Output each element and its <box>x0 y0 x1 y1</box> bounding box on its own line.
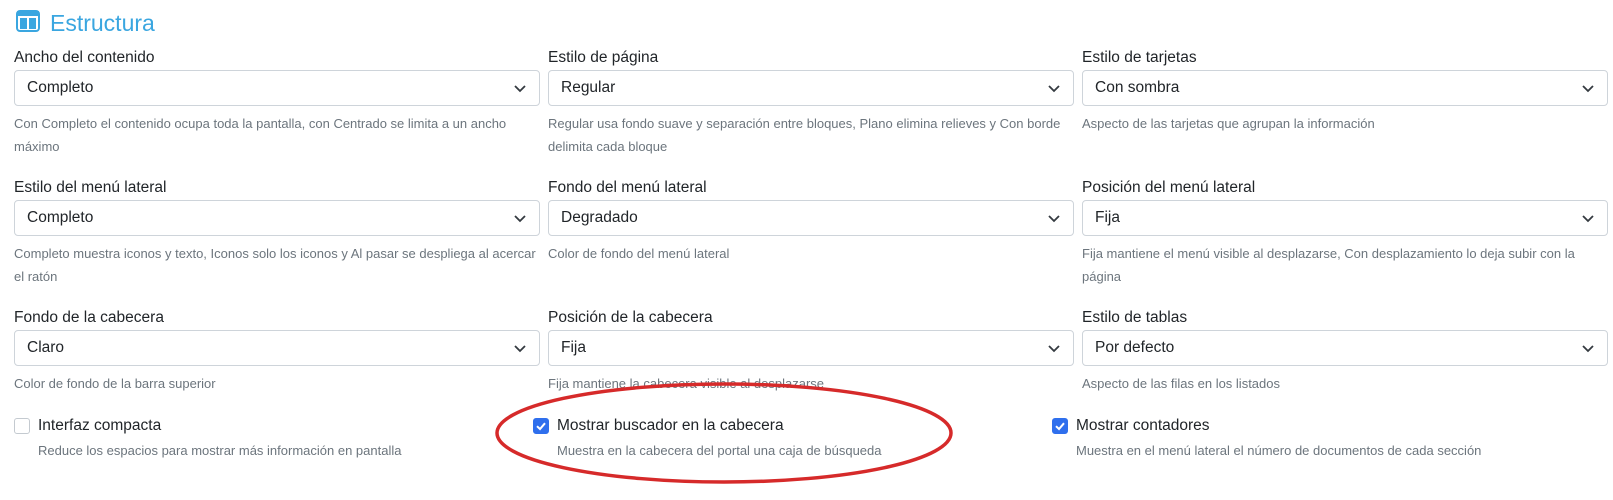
field-help: Con Completo el contenido ocupa toda la … <box>14 116 507 154</box>
select-value: Fija <box>561 339 586 356</box>
mostrar-contadores-option: Mostrar contadores Muestra en el menú la… <box>1052 415 1481 458</box>
mostrar-buscador-option: Mostrar buscador en la cabecera Muestra … <box>533 415 882 458</box>
section-title: Estructura <box>50 9 155 36</box>
posicion-cabecera-select[interactable]: Fija <box>548 330 1074 366</box>
field-help: Regular usa fondo suave y separación ent… <box>548 116 1061 154</box>
ancho-contenido-select[interactable]: Completo <box>14 70 540 106</box>
field-label: Posición del menú lateral <box>1082 179 1256 196</box>
chevron-down-icon <box>513 81 527 95</box>
chevron-down-icon <box>513 341 527 355</box>
field-estilo-pagina: Estilo de página Regular Regular usa fon… <box>548 47 1074 177</box>
field-estilo-tarjetas: Estilo de tarjetas Con sombra Aspecto de… <box>1082 47 1608 177</box>
select-value: Fija <box>1095 209 1120 226</box>
field-estilo-menu-lateral: Estilo del menú lateral Completo Complet… <box>14 177 540 307</box>
field-help: Aspecto de las tarjetas que agrupan la i… <box>1082 116 1375 131</box>
field-help: Completo muestra iconos y texto, Iconos … <box>14 246 536 284</box>
chevron-down-icon <box>1047 211 1061 225</box>
field-label: Estilo de página <box>548 49 659 66</box>
select-value: Claro <box>27 339 65 356</box>
select-value: Completo <box>27 209 94 226</box>
interfaz-compacta-option: Interfaz compacta Reduce los espacios pa… <box>14 415 401 458</box>
field-fondo-menu-lateral: Fondo del menú lateral Degradado Color d… <box>548 177 1074 307</box>
field-label: Fondo de la cabecera <box>14 309 164 326</box>
field-label: Ancho del contenido <box>14 49 155 66</box>
checkbox-label: Mostrar buscador en la cabecera <box>557 417 784 434</box>
chevron-down-icon <box>1047 81 1061 95</box>
select-value: Por defecto <box>1095 339 1175 356</box>
field-help: Fija mantiene el menú visible al desplaz… <box>1082 246 1575 284</box>
estilo-pagina-select[interactable]: Regular <box>548 70 1074 106</box>
settings-grid: Ancho del contenido Completo Con Complet… <box>14 47 1608 437</box>
field-help: Color de fondo del menú lateral <box>548 246 730 261</box>
field-help: Color de fondo de la barra superior <box>14 376 216 391</box>
field-help: Fija mantiene la cabecera visible al des… <box>548 376 825 391</box>
chevron-down-icon <box>1047 341 1061 355</box>
chevron-down-icon <box>1581 81 1595 95</box>
checkbox-help: Muestra en la cabecera del portal una ca… <box>557 443 882 458</box>
checkbox-label: Mostrar contadores <box>1076 417 1210 434</box>
field-label: Fondo del menú lateral <box>548 179 707 196</box>
mostrar-buscador-checkbox[interactable] <box>533 418 549 434</box>
fondo-menu-lateral-select[interactable]: Degradado <box>548 200 1074 236</box>
field-ancho-contenido: Ancho del contenido Completo Con Complet… <box>14 47 540 177</box>
section-header: Estructura <box>16 8 155 38</box>
layout-columns-icon <box>16 9 40 37</box>
field-label: Posición de la cabecera <box>548 309 713 326</box>
estilo-tarjetas-select[interactable]: Con sombra <box>1082 70 1608 106</box>
select-value: Degradado <box>561 209 638 226</box>
select-value: Regular <box>561 79 616 96</box>
field-label: Estilo de tablas <box>1082 309 1188 326</box>
chevron-down-icon <box>1581 211 1595 225</box>
fondo-cabecera-select[interactable]: Claro <box>14 330 540 366</box>
chevron-down-icon <box>513 211 527 225</box>
estilo-menu-lateral-select[interactable]: Completo <box>14 200 540 236</box>
select-value: Completo <box>27 79 94 96</box>
checkmark-icon <box>536 422 546 431</box>
field-posicion-menu-lateral: Posición del menú lateral Fija Fija mant… <box>1082 177 1608 307</box>
interfaz-compacta-checkbox[interactable] <box>14 418 30 434</box>
select-value: Con sombra <box>1095 79 1180 96</box>
field-label: Estilo de tarjetas <box>1082 49 1197 66</box>
checkmark-icon <box>1055 422 1065 431</box>
estilo-tablas-select[interactable]: Por defecto <box>1082 330 1608 366</box>
field-label: Estilo del menú lateral <box>14 179 167 196</box>
checkbox-help: Muestra en el menú lateral el número de … <box>1076 443 1482 458</box>
posicion-menu-lateral-select[interactable]: Fija <box>1082 200 1608 236</box>
mostrar-contadores-checkbox[interactable] <box>1052 418 1068 434</box>
checkbox-help: Reduce los espacios para mostrar más inf… <box>38 443 402 458</box>
checkbox-label: Interfaz compacta <box>38 417 162 434</box>
chevron-down-icon <box>1581 341 1595 355</box>
field-help: Aspecto de las filas en los listados <box>1082 376 1280 391</box>
